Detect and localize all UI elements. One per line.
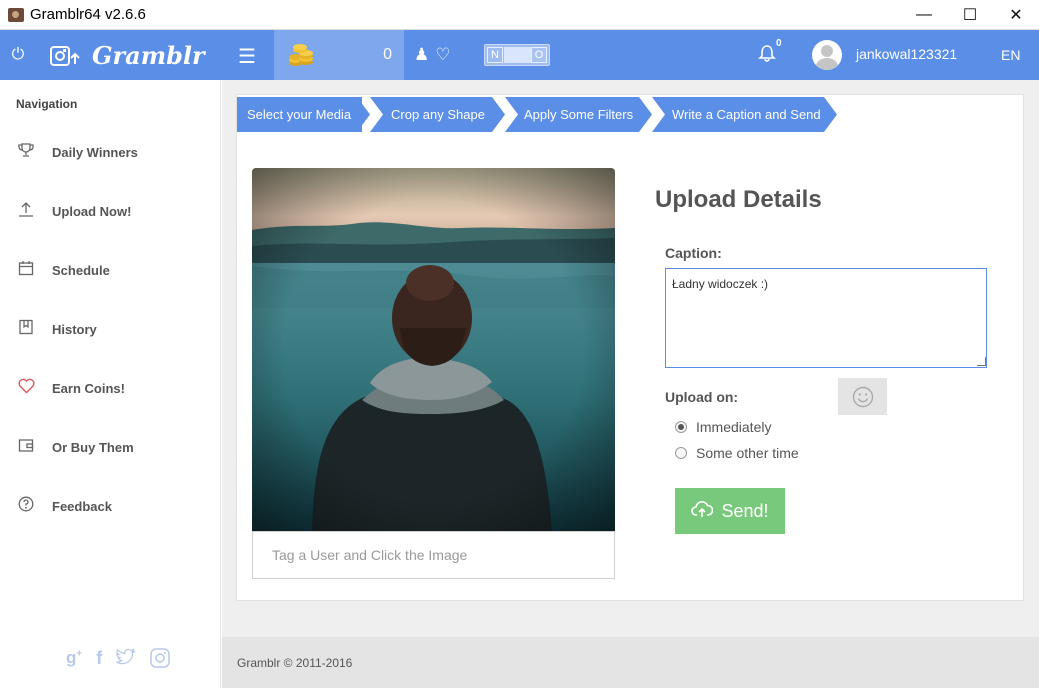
send-label: Send! — [721, 500, 769, 521]
google-plus-icon[interactable]: g+ — [66, 648, 82, 673]
sidebar-item-feedback[interactable]: Feedback — [0, 486, 220, 526]
sidebar-item-label: Feedback — [52, 498, 112, 514]
notification-count: 0 — [776, 38, 782, 49]
emoji-button[interactable] — [838, 378, 887, 415]
app-logo: Gramblr — [92, 41, 205, 70]
send-button[interactable]: Send! — [675, 488, 785, 534]
sidebar-item-label: Daily Winners — [52, 144, 138, 160]
question-icon — [16, 496, 36, 516]
sidebar-item-buy-coins[interactable]: Or Buy Them — [0, 427, 220, 467]
upload-details-title: Upload Details — [655, 186, 822, 213]
heart-outline-icon[interactable]: ♡ — [435, 45, 456, 64]
smiley-icon — [852, 386, 873, 407]
app-icon — [8, 7, 24, 22]
sidebar: Navigation Daily Winners Upload Now! Sch… — [0, 80, 221, 688]
cloud-upload-icon — [691, 500, 714, 523]
like-icons: ♟♡ — [414, 45, 457, 65]
resize-grip-icon[interactable] — [977, 357, 986, 366]
caption-label: Caption: — [665, 245, 722, 261]
hamburger-menu-icon[interactable]: ☰ — [238, 44, 256, 69]
trophy-icon — [16, 142, 36, 162]
facebook-icon[interactable]: f — [96, 648, 102, 673]
window-titlebar: Gramblr64 v2.6.6 — ☐ ✕ — [0, 0, 1039, 30]
top-navbar: ⏻ Gramblr ☰ 0 ♟♡ N O 0 jankowal123321 EN — [0, 30, 1039, 80]
caption-textarea[interactable]: Ładny widoczek :) — [665, 268, 987, 368]
sidebar-item-label: Schedule — [52, 262, 110, 278]
coins-panel: 0 — [274, 30, 404, 80]
option-immediately[interactable]: Immediately — [675, 419, 771, 435]
toggle-off-label: O — [531, 47, 547, 63]
bell-icon[interactable] — [758, 44, 776, 67]
sidebar-item-label: Or Buy Them — [52, 439, 134, 455]
coins-count: 0 — [383, 46, 392, 63]
upload-on-label: Upload on: — [665, 389, 739, 405]
radio-immediately[interactable] — [675, 421, 687, 433]
option-label: Immediately — [696, 419, 772, 435]
option-label: Some other time — [696, 445, 799, 461]
photo-preview[interactable] — [252, 168, 615, 531]
maximize-icon[interactable]: ☐ — [947, 0, 993, 30]
step-write-caption[interactable]: Write a Caption and Send — [662, 97, 832, 132]
coins-icon — [288, 43, 314, 67]
sidebar-item-upload-now[interactable]: Upload Now! — [0, 191, 220, 231]
option-some-other-time[interactable]: Some other time — [675, 445, 799, 461]
avatar[interactable] — [812, 40, 842, 70]
step-select-media[interactable]: Select your Media — [237, 97, 362, 132]
footer: Gramblr © 2011-2016 — [222, 637, 1039, 688]
window-controls: — ☐ ✕ — [901, 0, 1039, 30]
step-apply-filters[interactable]: Apply Some Filters — [514, 97, 644, 132]
calendar-icon — [16, 260, 36, 280]
minimize-icon[interactable]: — — [901, 0, 947, 30]
radio-some-other-time[interactable] — [675, 447, 687, 459]
toggle-knob — [504, 47, 531, 63]
instagram-upload-icon[interactable] — [50, 46, 80, 71]
footer-copyright: Gramblr © 2011-2016 — [237, 656, 353, 670]
sidebar-item-label: Earn Coins! — [52, 380, 125, 396]
twitter-icon[interactable] — [116, 648, 136, 673]
sidebar-item-label: History — [52, 321, 97, 337]
sidebar-item-history[interactable]: History — [0, 309, 220, 349]
step-crop-shape[interactable]: Crop any Shape — [381, 97, 501, 132]
username[interactable]: jankowal123321 — [856, 46, 957, 62]
sidebar-item-earn-coins[interactable]: Earn Coins! — [0, 368, 220, 408]
wallet-icon — [16, 437, 36, 457]
social-links: g+ f — [66, 648, 170, 673]
instagram-icon[interactable] — [150, 648, 170, 673]
power-icon[interactable]: ⏻ — [10, 47, 26, 63]
sidebar-item-schedule[interactable]: Schedule — [0, 250, 220, 290]
sidebar-item-daily-winners[interactable]: Daily Winners — [0, 132, 220, 172]
figure-icon[interactable]: ♟ — [414, 45, 435, 64]
window-title: Gramblr64 v2.6.6 — [30, 6, 146, 23]
tag-user-input[interactable] — [252, 531, 615, 579]
language-selector[interactable]: EN — [1001, 47, 1020, 63]
toggle-switch[interactable]: N O — [484, 44, 550, 66]
sidebar-title: Navigation — [16, 97, 78, 111]
heart-icon — [16, 378, 36, 398]
toggle-on-label: N — [487, 47, 503, 63]
close-icon[interactable]: ✕ — [993, 0, 1039, 30]
bookmark-icon — [16, 319, 36, 339]
upload-icon — [16, 201, 36, 221]
sidebar-item-label: Upload Now! — [52, 203, 132, 219]
